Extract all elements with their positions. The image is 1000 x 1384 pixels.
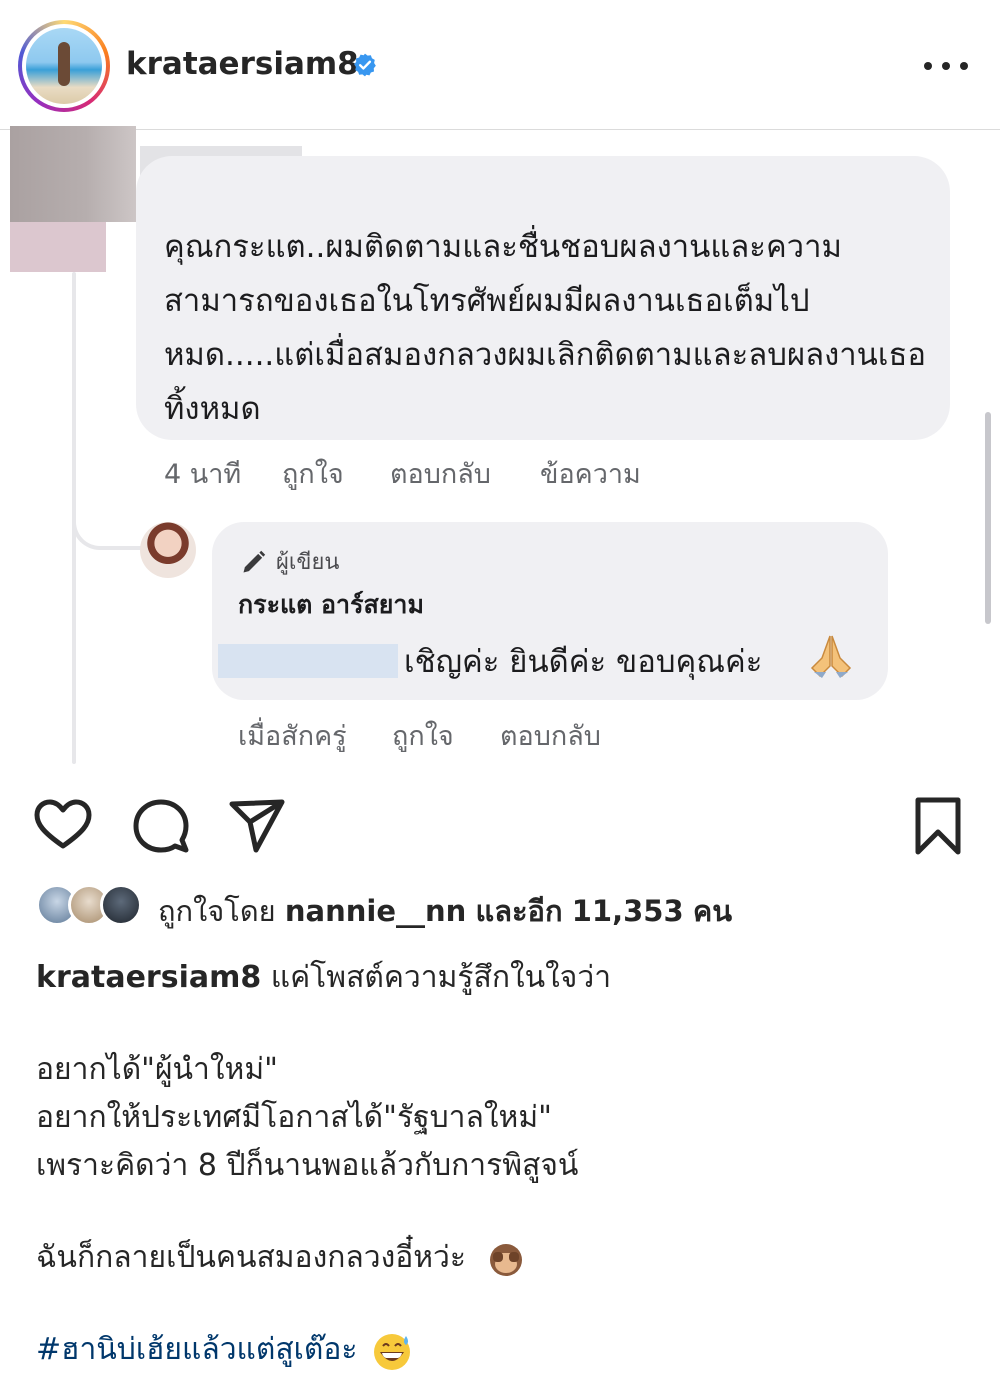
more-options-icon[interactable] bbox=[924, 52, 968, 80]
liked-by-row[interactable]: ถูกใจโดย nannie__nn และอีก 11,353 คน bbox=[36, 884, 936, 928]
heart-icon[interactable] bbox=[33, 796, 93, 856]
post-username[interactable]: krataersiam8 bbox=[126, 46, 359, 82]
thread-connector bbox=[72, 508, 142, 550]
comment-reply-link[interactable]: ตอบกลับ bbox=[390, 452, 491, 495]
caption-line-4: เพราะคิดว่า 8 ปีก็นานพอแล้วกับการพิสูจน์ bbox=[36, 1148, 579, 1183]
comment-time: 4 นาที bbox=[164, 459, 242, 490]
reply-reply-link[interactable]: ตอบกลับ bbox=[500, 714, 601, 757]
liked-by-prefix: ถูกใจโดย bbox=[158, 894, 276, 928]
caption-line-1: แค่โพสต์ความรู้สึกในใจว่า bbox=[270, 960, 612, 995]
reply-avatar[interactable] bbox=[140, 522, 196, 578]
liked-by-text: ถูกใจโดย nannie__nn และอีก 11,353 คน bbox=[158, 888, 732, 934]
reply-author-name[interactable]: กระแต อาร์สยาม bbox=[238, 585, 424, 625]
reply-text: เชิญค่ะ ยินดีค่ะ ขอบคุณค่ะ bbox=[404, 644, 763, 680]
comment-bubble-icon[interactable] bbox=[130, 796, 190, 856]
caption-line-5: ฉันก็กลายเป็นคนสมองกลวงอี๋หว่ะ bbox=[36, 1240, 467, 1275]
liked-by-user[interactable]: nannie__nn bbox=[285, 894, 466, 928]
caption-username[interactable]: krataersiam8 bbox=[36, 960, 261, 995]
profile-avatar[interactable] bbox=[18, 20, 110, 112]
reply-like-link[interactable]: ถูกใจ bbox=[392, 714, 454, 757]
comment-message-link[interactable]: ข้อความ bbox=[540, 452, 641, 495]
caption-line-3: อยากให้ประเทศมีโอกาสได้"รัฐบาลใหม่" bbox=[36, 1100, 552, 1135]
bookmark-icon[interactable] bbox=[908, 796, 968, 856]
blurred-commenter-avatar-part bbox=[10, 222, 106, 272]
author-badge-label: ผู้เขียน bbox=[276, 550, 340, 575]
folded-hands-emoji bbox=[810, 635, 852, 678]
liker-avatar[interactable] bbox=[100, 884, 142, 926]
scrollbar[interactable] bbox=[985, 412, 991, 624]
liked-by-middle: และอีก bbox=[475, 894, 563, 928]
liked-by-suffix: คน bbox=[692, 894, 733, 928]
post-header: krataersiam8 bbox=[0, 0, 1000, 130]
pen-icon bbox=[243, 550, 266, 572]
caption-line-5-row: ฉันก็กลายเป็นคนสมองกลวงอี๋หว่ะ bbox=[36, 1234, 526, 1281]
caption-hashtag[interactable]: #ฮานิบ่เฮ้ยแล้วแต่สูเต๊อะ bbox=[36, 1332, 358, 1367]
caption-first-line: krataersiam8 แค่โพสต์ความรู้สึกในใจว่า bbox=[36, 954, 611, 1001]
paper-plane-icon[interactable] bbox=[228, 796, 288, 856]
blurred-commenter-avatar bbox=[10, 126, 136, 222]
grinning-sweat-emoji bbox=[374, 1333, 411, 1370]
see-no-evil-monkey-emoji bbox=[489, 1243, 522, 1276]
reply-time: เมื่อสักครู่ bbox=[238, 721, 347, 752]
comment-text: คุณกระแต..ผมติดตามและชื่นชอบผลงานและความ… bbox=[164, 229, 926, 427]
like-count[interactable]: 11,353 bbox=[572, 894, 684, 928]
author-badge: ผู้เขียน bbox=[240, 544, 339, 579]
caption-hashtag-row: #ฮานิบ่เฮ้ยแล้วแต่สูเต๊อะ bbox=[36, 1326, 413, 1373]
comment-like-link[interactable]: ถูกใจ bbox=[282, 452, 344, 495]
verified-badge-icon bbox=[354, 53, 376, 77]
blurred-mention bbox=[218, 644, 398, 678]
caption-line-2: อยากได้"ผู้นำใหม่" bbox=[36, 1052, 278, 1087]
